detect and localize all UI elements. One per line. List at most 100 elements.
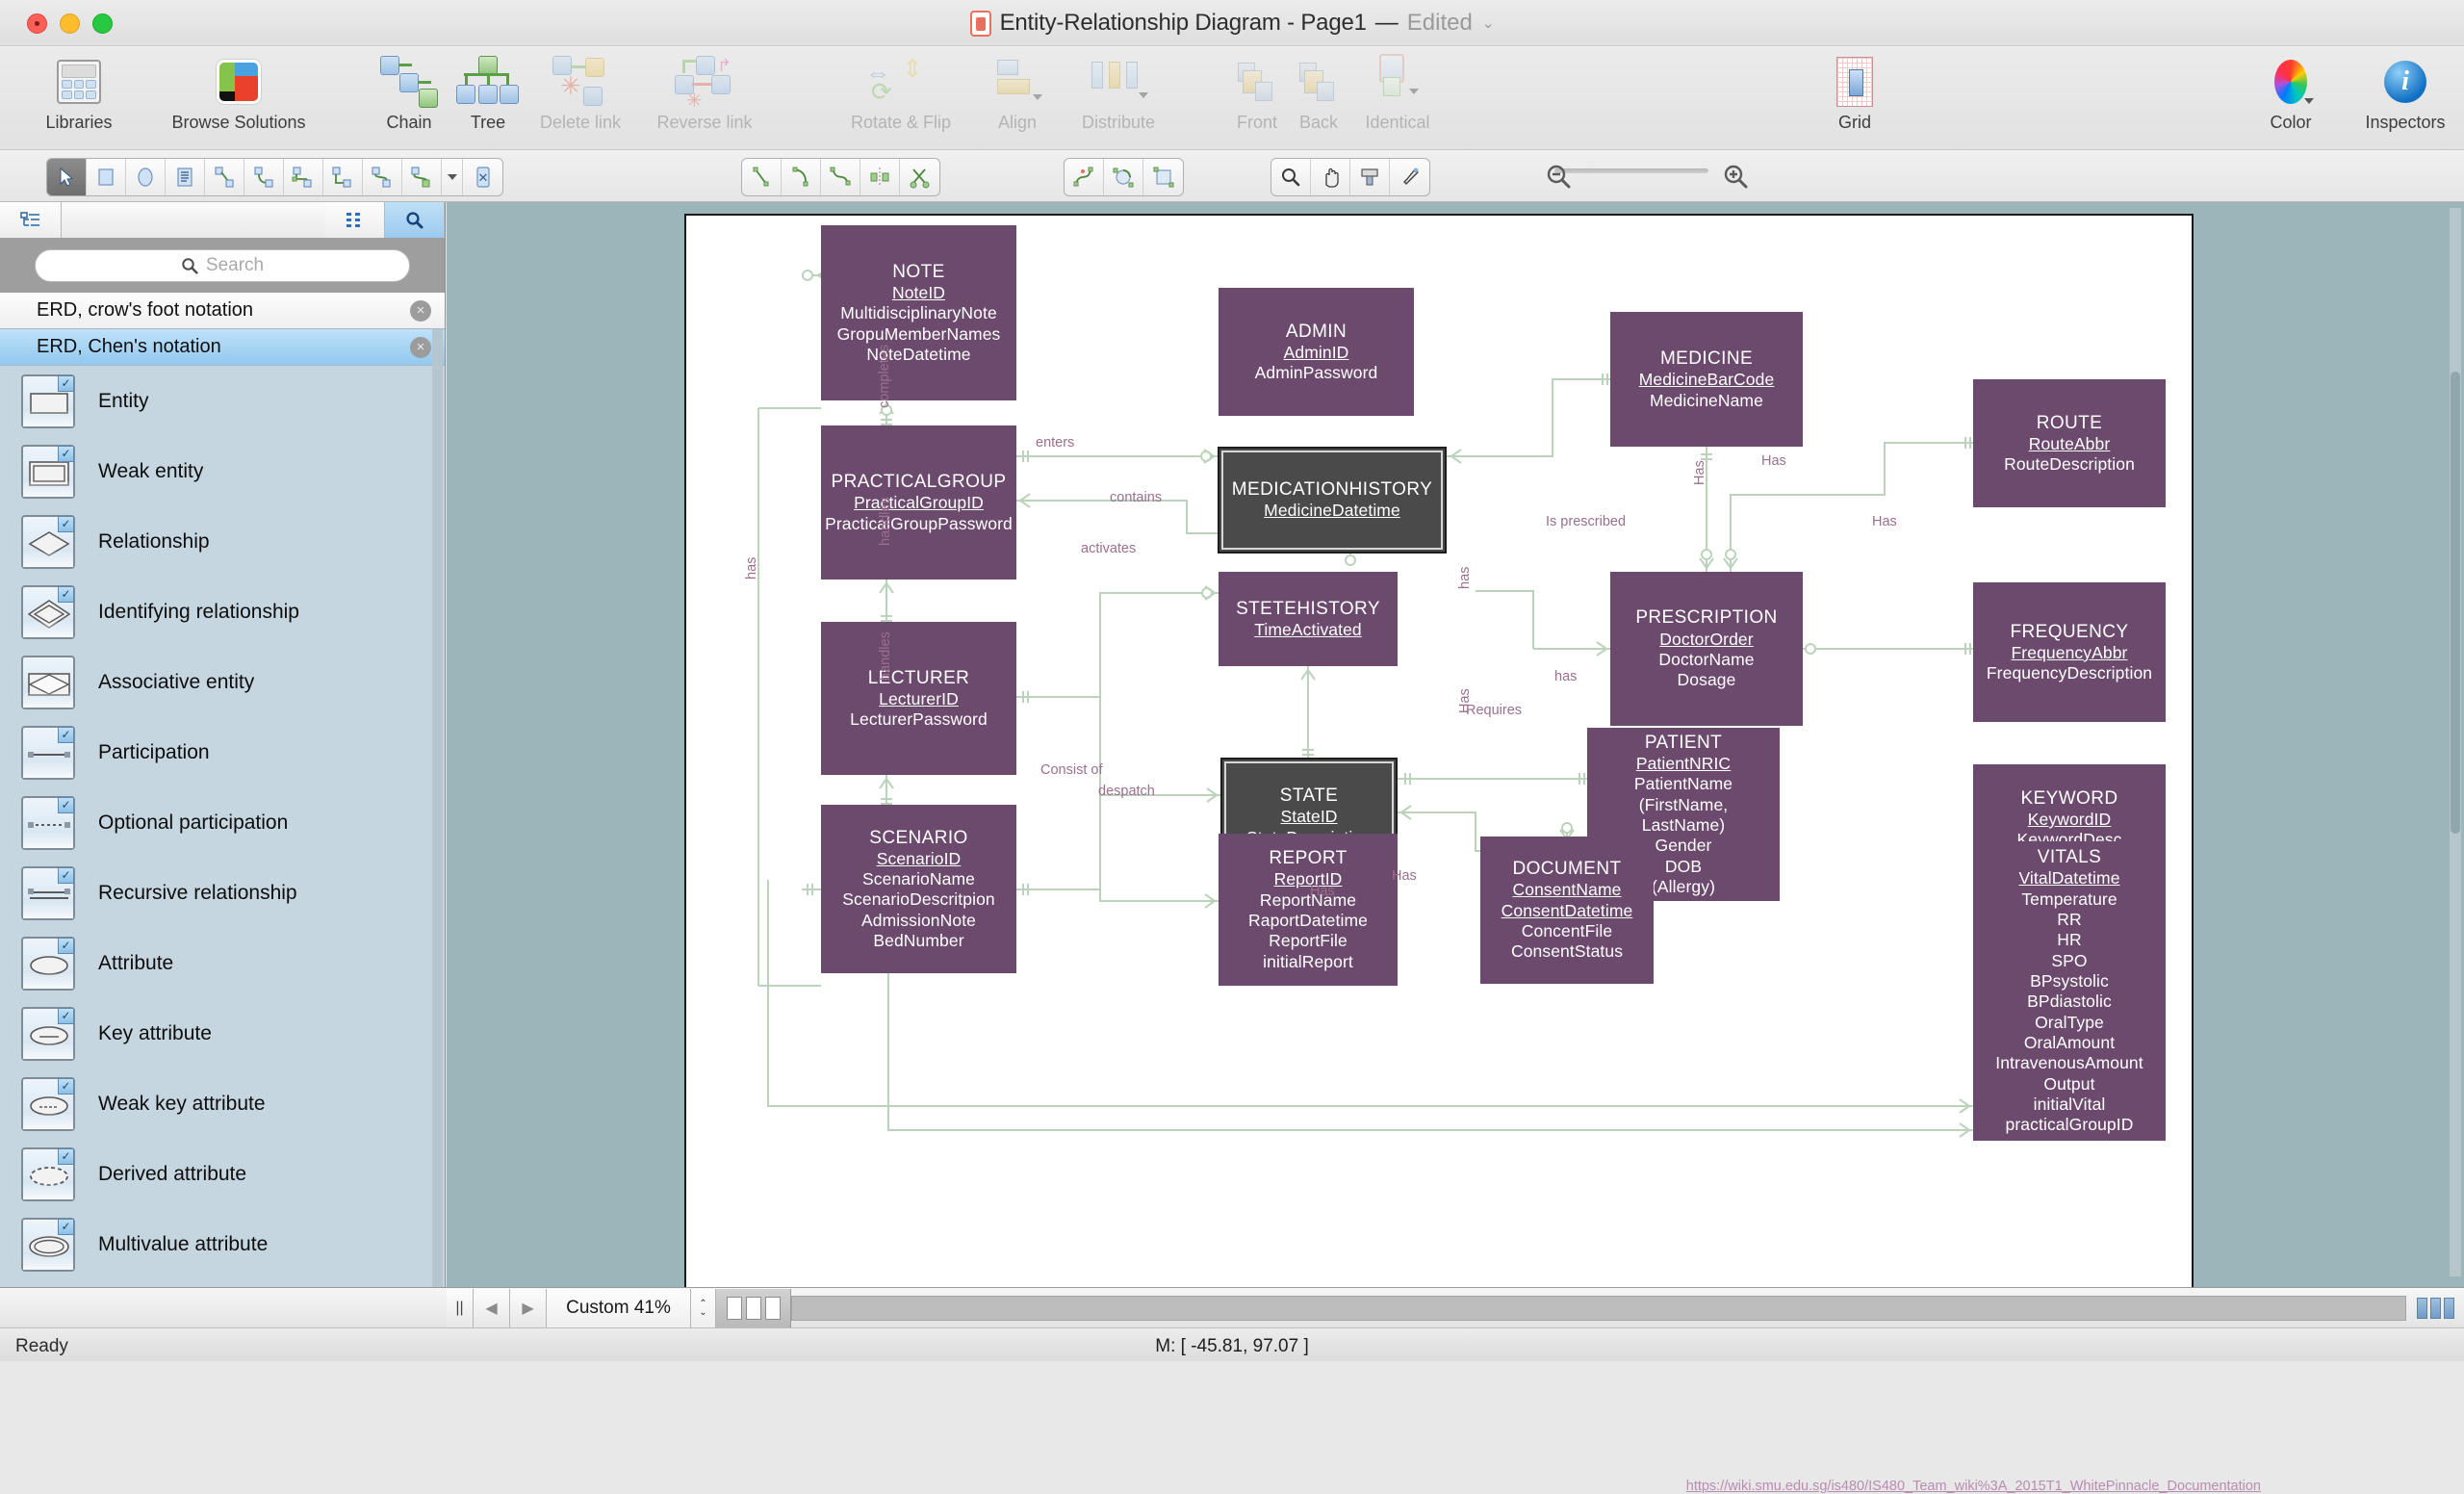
weak-entity-shape-icon[interactable]: ✓ <box>21 444 75 499</box>
smart-connector-tool[interactable] <box>402 159 442 195</box>
page-thumbnails-button[interactable] <box>716 1289 791 1327</box>
rotate-shape-tool[interactable] <box>1104 159 1143 195</box>
ribbon-button-inspectors[interactable]: i Inspectors <box>2333 52 2464 133</box>
right-angle-connector-tool[interactable] <box>323 159 363 195</box>
er-entity-note[interactable]: NOTE NoteID MultidisciplinaryNote GropuMemb… <box>821 225 1016 400</box>
optional-participation-shape-icon[interactable]: ✓ <box>21 795 75 850</box>
edit-path-tool[interactable] <box>1065 159 1104 195</box>
search-input[interactable]: Search <box>35 249 410 282</box>
diagram-page[interactable]: NOTE NoteID MultidisciplinaryNote GropuMemb… <box>684 214 2261 1494</box>
er-entity-document[interactable]: DOCUMENT ConsentName ConsentDatetime Concen… <box>1480 837 1654 984</box>
er-entity-practicalgroup[interactable]: PRACTICALGROUP PracticalGroupID PracticalG… <box>821 425 1016 580</box>
connector-dropdown[interactable] <box>442 159 463 195</box>
shape-item-optional-participation[interactable]: ✓ Optional participation <box>0 787 445 858</box>
curved-connector-tool[interactable] <box>244 159 284 195</box>
shape-item-key-attribute[interactable]: ✓ Key attribute <box>0 998 445 1069</box>
weak-key-attribute-shape-icon[interactable]: ✓ <box>21 1076 75 1131</box>
pause-button[interactable]: || <box>447 1289 474 1327</box>
shape-item-multivalue-attribute[interactable]: ✓ Multivalue attribute <box>0 1209 445 1279</box>
cardinality-zero-marker <box>1561 822 1573 834</box>
eyedropper-tool[interactable] <box>1390 159 1429 195</box>
zoom-slider[interactable] <box>1554 168 1708 173</box>
relationship-shape-icon[interactable]: ✓ <box>21 514 75 569</box>
arc-tool[interactable] <box>782 159 821 195</box>
identifying-relationship-shape-icon[interactable]: ✓ <box>21 584 75 639</box>
shape-item-weak-key-attribute[interactable]: ✓ Weak key attribute <box>0 1069 445 1139</box>
key-attribute-shape-icon[interactable]: ✓ <box>21 1006 75 1061</box>
shape-item-attribute[interactable]: ✓ Attribute <box>0 928 445 998</box>
er-entity-frequency[interactable]: FREQUENCY FrequencyAbbr FrequencyDescripti… <box>1973 582 2166 722</box>
er-entity-admin[interactable]: ADMIN AdminID AdminPassword <box>1219 288 1414 416</box>
er-attribute-field: MultidisciplinaryNote <box>840 303 997 323</box>
format-painter-tool[interactable] <box>1350 159 1390 195</box>
tree-connector-tool[interactable] <box>284 159 323 195</box>
delete-connector-tool[interactable]: ✕ <box>463 159 502 195</box>
er-entity-name: KEYWORD <box>2020 787 2118 809</box>
crop-tool[interactable] <box>1143 159 1183 195</box>
zoom-out-icon[interactable] <box>1538 158 1578 194</box>
next-page-button[interactable]: ▶ <box>510 1289 547 1327</box>
ribbon-button-color[interactable]: Color <box>2243 52 2339 133</box>
attribute-shape-icon[interactable]: ✓ <box>21 936 75 991</box>
hand-tool[interactable] <box>1311 159 1350 195</box>
entity-shape-icon[interactable]: ✓ <box>21 374 75 428</box>
derived-attribute-shape-icon[interactable]: ✓ <box>21 1146 75 1201</box>
shapes-list-scrollbar[interactable] <box>432 329 443 1287</box>
view-mode-buttons[interactable] <box>2406 1289 2464 1327</box>
grid-view-icon[interactable] <box>325 202 385 238</box>
rectangle-tool[interactable] <box>87 159 126 195</box>
straight-connector-tool[interactable] <box>205 159 244 195</box>
zoom-tool[interactable] <box>1271 159 1311 195</box>
shape-item-derived-attribute[interactable]: ✓ Derived attribute <box>0 1139 445 1209</box>
mirror-tool[interactable] <box>860 159 900 195</box>
line-tool[interactable] <box>742 159 782 195</box>
recursive-relationship-shape-icon[interactable]: ✓ <box>21 865 75 920</box>
documentation-link[interactable]: https://wiki.smu.edu.sg/is480/IS480_Team… <box>1686 1479 2261 1494</box>
canvas-area[interactable]: NOTE NoteID MultidisciplinaryNote GropuMemb… <box>447 202 2464 1494</box>
zoom-in-icon[interactable] <box>1715 158 1755 194</box>
chevron-down-icon[interactable]: ⌄ <box>1482 14 1495 32</box>
stepper-down-icon[interactable]: ⌄ <box>699 1308 706 1318</box>
er-entity-medicine[interactable]: MEDICINE MedicineBarCode MedicineName <box>1610 312 1803 447</box>
er-entity-vitals[interactable]: VITALS VitalDatetime Temperature RR HR SPO BPs… <box>1973 841 2166 1141</box>
close-icon[interactable]: × <box>410 299 431 322</box>
curve-tool[interactable] <box>821 159 860 195</box>
bezier-connector-tool[interactable] <box>363 159 402 195</box>
ribbon-button-browse-solutions[interactable]: Browse Solutions <box>142 52 335 133</box>
text-block-tool[interactable] <box>166 159 205 195</box>
er-entity-lecturer[interactable]: LECTURER LecturerID LecturerPassword <box>821 622 1016 775</box>
er-entity-medicationhistory[interactable]: MEDICATIONHISTORY MedicineDatetime <box>1218 447 1447 554</box>
shape-item-recursive-relationship[interactable]: ✓ Recursive relationship <box>0 858 445 928</box>
participation-shape-icon[interactable]: ✓ <box>21 725 75 780</box>
outline-view-icon[interactable] <box>0 202 62 238</box>
shape-item-associative-entity[interactable]: Associative entity <box>0 647 445 717</box>
er-entity-route[interactable]: ROUTE RouteAbbr RouteDescription <box>1973 379 2166 507</box>
er-entity-report[interactable]: REPORT ReportID ReportName RaportDatetime Re… <box>1219 834 1398 986</box>
previous-page-button[interactable]: ◀ <box>474 1289 510 1327</box>
scissors-tool[interactable] <box>900 159 939 195</box>
library-header-chen[interactable]: ERD, Chen's notation × <box>0 329 445 366</box>
canvas-vertical-scrollbar[interactable] <box>2450 208 2461 1276</box>
ribbon-button-grid[interactable]: Grid <box>1802 52 1908 133</box>
grid-icon <box>1802 52 1908 112</box>
shape-item-identifying-relationship[interactable]: ✓ Identifying relationship <box>0 577 445 647</box>
close-icon[interactable]: × <box>410 336 431 358</box>
library-header-crowsfoot[interactable]: ERD, crow's foot notation × <box>0 293 445 329</box>
shape-item-relationship[interactable]: ✓ Relationship <box>0 506 445 577</box>
er-entity-scenario[interactable]: SCENARIO ScenarioID ScenarioName ScenarioDe… <box>821 805 1016 973</box>
search-view-icon[interactable] <box>385 202 445 238</box>
er-entity-stetehistory[interactable]: STETEHISTORY TimeActivated <box>1219 572 1398 666</box>
ellipse-tool[interactable] <box>126 159 166 195</box>
shape-item-weak-entity[interactable]: ✓ Weak entity <box>0 436 445 506</box>
shape-item-participation[interactable]: ✓ Participation <box>0 717 445 787</box>
er-entity-prescription[interactable]: PRESCRIPTION DoctorOrder DoctorName Dosage <box>1610 572 1803 726</box>
zoom-level-field[interactable]: Custom 41% <box>547 1289 691 1327</box>
pointer-tool[interactable] <box>47 159 87 195</box>
zoom-stepper[interactable]: ⌃ ⌄ <box>691 1289 716 1327</box>
shape-item-entity[interactable]: ✓ Entity <box>0 366 445 436</box>
page-scroll-track[interactable] <box>791 1296 2406 1321</box>
associative-entity-shape-icon[interactable] <box>21 655 75 709</box>
tool-group <box>741 158 940 196</box>
multivalue-attribute-shape-icon[interactable]: ✓ <box>21 1217 75 1272</box>
ribbon-button-libraries[interactable]: Libraries <box>21 52 137 133</box>
